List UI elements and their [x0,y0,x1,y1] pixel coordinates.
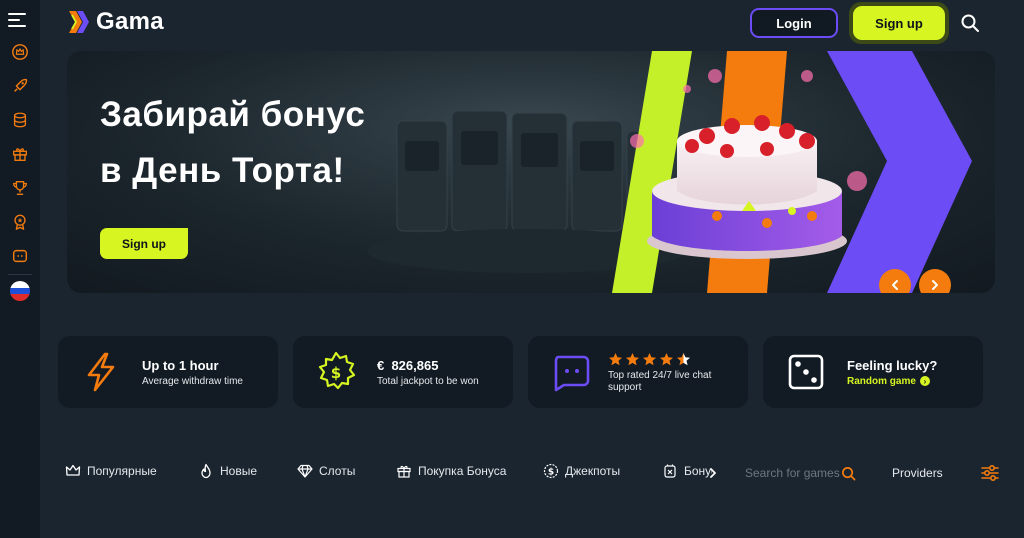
fire-icon [201,463,211,479]
trophy-icon[interactable] [10,178,30,198]
logo-text: Gama [96,8,164,35]
menu-icon[interactable] [8,8,32,32]
svg-text:$: $ [331,364,341,382]
svg-text:$: $ [548,468,554,478]
feature-subtitle-line1: Top rated 24/7 live chat [608,369,712,381]
search-icon[interactable] [960,13,980,33]
signup-button-wrap: Sign up [849,2,949,44]
header: Gama Login Sign up [40,0,1024,46]
star-icon [609,352,622,365]
game-search-input[interactable] [745,466,841,480]
rocket-icon[interactable] [10,76,30,96]
crown-circle-icon[interactable] [10,42,30,62]
crown-icon [65,464,81,476]
game-search [745,460,861,486]
chevron-left-icon [892,280,898,290]
gift-icon[interactable] [10,144,30,164]
banner-title-line1: Забирай бонус [100,95,366,134]
category-label: Популярные [87,464,157,478]
dollar-coin-icon: $ [543,463,559,479]
category-bonus-buy[interactable]: Покупка Бонуса [396,463,506,479]
feature-card-jackpot: $ € 826,865 Total jackpot to be won [293,336,513,408]
star-icon [660,352,673,365]
banner-next-button[interactable] [919,269,951,293]
feature-subtitle: Total jackpot to be won [377,375,479,387]
signup-button[interactable]: Sign up [853,6,945,40]
logo[interactable]: Gama [68,8,164,36]
chevron-right-icon: › [919,376,930,386]
feature-card-random[interactable]: Feeling lucky? Random game › [763,336,983,408]
banner-title: Забирай бонус в День Торта! [100,87,365,199]
feature-subtitle: Average withdraw time [142,375,243,387]
feature-card-withdraw: Up to 1 hour Average withdraw time [58,336,278,408]
category-label: Джекпоты [565,464,621,478]
sidebar [0,0,40,538]
providers-button[interactable]: Providers [892,466,943,480]
banner-prev-button[interactable] [879,269,911,293]
jackpot-amount: € 826,865 [377,357,439,373]
medal-icon[interactable] [10,212,30,232]
banner-signup-button[interactable]: Sign up [100,228,188,259]
chevron-right-icon[interactable] [708,468,718,478]
chat-icon [548,349,594,395]
search-icon[interactable] [841,466,856,481]
chevron-right-icon [932,280,938,290]
feature-title: Feeling lucky? [847,357,938,373]
logo-chevron-icon [69,11,89,33]
filter-sliders-icon[interactable] [980,463,1000,483]
star-icon [626,352,639,365]
star-icon [643,352,656,365]
promo-banner[interactable]: Забирай бонус в День Торта! Sign up [67,51,995,293]
gift-icon [397,465,411,478]
diamond-icon [297,464,313,478]
dollar-badge-icon: $ [313,349,359,395]
dice-icon [783,349,829,395]
category-bar: Популярные Новые Слоты Покупка Бонуса $ … [40,458,1024,488]
category-jackpots[interactable]: $ Джекпоты [543,463,620,479]
feature-title: Up to 1 hour [142,357,219,373]
star-icon [677,352,690,365]
coins-stack-icon[interactable] [10,110,30,130]
feature-subtitle-line2: support [608,381,642,393]
category-popular[interactable]: Популярные [65,463,157,479]
category-label: Слоты [319,464,356,478]
random-game-label: Random game [847,375,916,387]
category-new[interactable]: Новые [198,463,257,479]
login-button[interactable]: Login [750,8,838,38]
category-label: Новые [220,464,258,478]
rating-stars [608,352,711,367]
category-slots[interactable]: Слоты [297,463,355,479]
category-label: Покупка Бонуса [418,464,507,478]
sidebar-divider [8,274,32,275]
category-bonuses[interactable]: Бонусы [662,463,712,479]
ru-flag-icon[interactable] [10,281,30,301]
bonus-icon [664,464,676,478]
banner-title-line2: в День Торта! [100,151,345,190]
chat-bubble-icon[interactable] [10,246,30,266]
lightning-icon [78,349,124,395]
feature-card-support: Top rated 24/7 live chat support [528,336,748,408]
random-game-link[interactable]: Random game › [847,376,937,387]
